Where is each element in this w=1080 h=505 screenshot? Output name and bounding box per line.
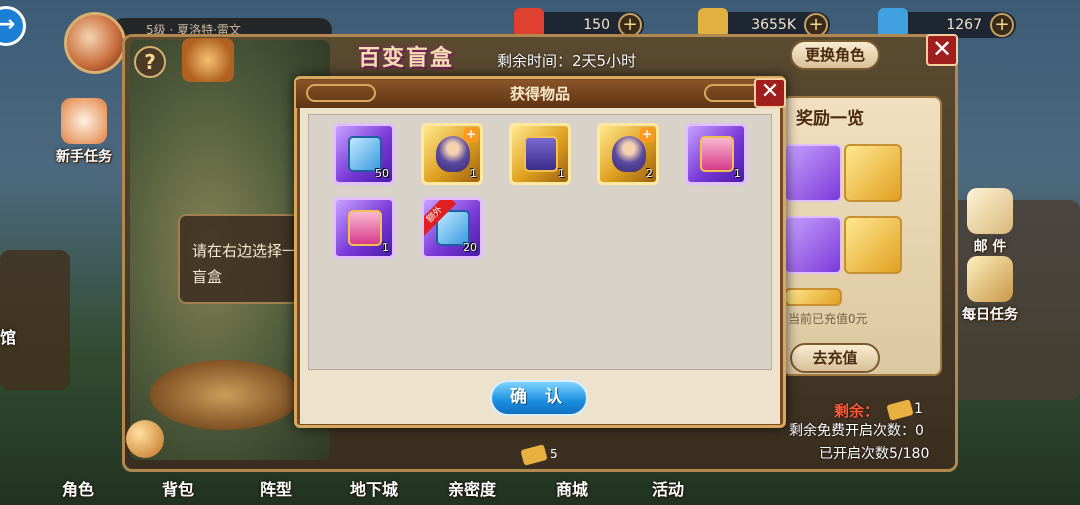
reward-slot[interactable] — [844, 144, 902, 202]
reward-title: 奖励一览 — [796, 109, 864, 129]
pink-ticket-icon — [700, 136, 734, 172]
mail-label: 邮 件 — [973, 239, 1007, 255]
item-count: 1 — [470, 167, 477, 180]
chest-icon — [182, 38, 234, 82]
recharge-button[interactable]: 去充值 — [790, 343, 880, 373]
item-slot[interactable]: + 2 — [597, 123, 659, 185]
change-role-button[interactable]: 更换角色 — [790, 40, 880, 70]
envelope-icon — [967, 188, 1013, 234]
item-slot[interactable]: 1 — [333, 197, 395, 259]
daily-task-button[interactable]: 每日任务 — [950, 256, 1030, 324]
recharge-status: 当前已充值0元 — [788, 312, 868, 326]
prompt-line-2: 盲盒 — [192, 268, 223, 286]
newbie-task-label: 新手任务 — [56, 149, 112, 165]
remaining-time: 剩余时间：2天5小时 — [497, 52, 637, 70]
item-count: 50 — [375, 167, 389, 180]
ticket-icon — [524, 136, 558, 172]
reward-slot[interactable] — [844, 216, 902, 274]
prompt-line-1: 请在右边选择一 — [192, 242, 298, 260]
pink-ticket-icon — [348, 210, 382, 246]
item-count: 1 — [734, 167, 741, 180]
item-slot[interactable]: 额外 20 — [421, 197, 483, 259]
pedestal — [150, 360, 300, 430]
help-button[interactable]: ? — [134, 46, 166, 78]
add-energy-button[interactable]: + — [990, 13, 1014, 37]
daily-task-label: 每日任务 — [962, 307, 1018, 323]
nav-role[interactable]: 角色 — [62, 476, 94, 500]
close-panel-button[interactable]: ✕ — [926, 34, 958, 66]
item-count: 1 — [558, 167, 565, 180]
modal-title: 获得物品 — [509, 85, 570, 103]
shard-plus-icon: + — [464, 127, 478, 142]
energy-value: 1267 — [946, 17, 982, 33]
confirm-button[interactable]: 确 认 — [490, 380, 588, 416]
bottom-nav: 角色 背包 阵型 地下城 亲密度 商城 活动 — [0, 470, 1080, 505]
nav-events[interactable]: 活动 — [652, 476, 684, 500]
nav-shop[interactable]: 商城 — [556, 476, 588, 500]
nav-dungeon[interactable]: 地下城 — [350, 476, 398, 500]
item-count: 20 — [463, 241, 477, 254]
orb-decoration — [126, 420, 164, 458]
item-slot[interactable]: 50 — [333, 123, 395, 185]
reward-slot[interactable] — [784, 288, 842, 306]
scroll-icon — [967, 256, 1013, 302]
item-slot[interactable]: + 1 — [421, 123, 483, 185]
blind-box-title: 百变盲盒 — [358, 46, 455, 71]
reward-slot[interactable] — [784, 144, 842, 202]
nav-bag[interactable]: 背包 — [162, 476, 194, 500]
item-slot[interactable]: 1 — [509, 123, 571, 185]
cost-count: 5 — [550, 447, 558, 461]
select-prompt: 请在右边选择一 盲盒 — [178, 214, 308, 304]
close-modal-button[interactable]: ✕ — [754, 78, 786, 108]
item-slot[interactable]: 1 — [685, 123, 747, 185]
lucky-cat-icon — [61, 98, 107, 144]
gold-value: 3655K — [751, 17, 796, 33]
item-count: 1 — [382, 241, 389, 254]
building-label: 馆 — [0, 328, 17, 347]
remaining-label: 剩余： — [834, 402, 880, 420]
nav-formation[interactable]: 阵型 — [260, 476, 292, 500]
remaining-count: 1 — [914, 401, 923, 417]
opened-count-text: 已开启次数5/180 — [819, 446, 930, 462]
item-count: 2 — [646, 167, 653, 180]
nav-intimacy[interactable]: 亲密度 — [448, 476, 496, 500]
gems-value: 150 — [583, 17, 610, 33]
newbie-task-button[interactable]: 新手任务 — [44, 98, 124, 166]
reward-slot[interactable] — [784, 216, 842, 274]
mail-button[interactable]: 邮 件 — [950, 188, 1030, 256]
avatar[interactable] — [64, 12, 126, 74]
shard-plus-icon: + — [640, 127, 654, 142]
free-opens-text: 剩余免费开启次数：0 — [789, 423, 924, 439]
